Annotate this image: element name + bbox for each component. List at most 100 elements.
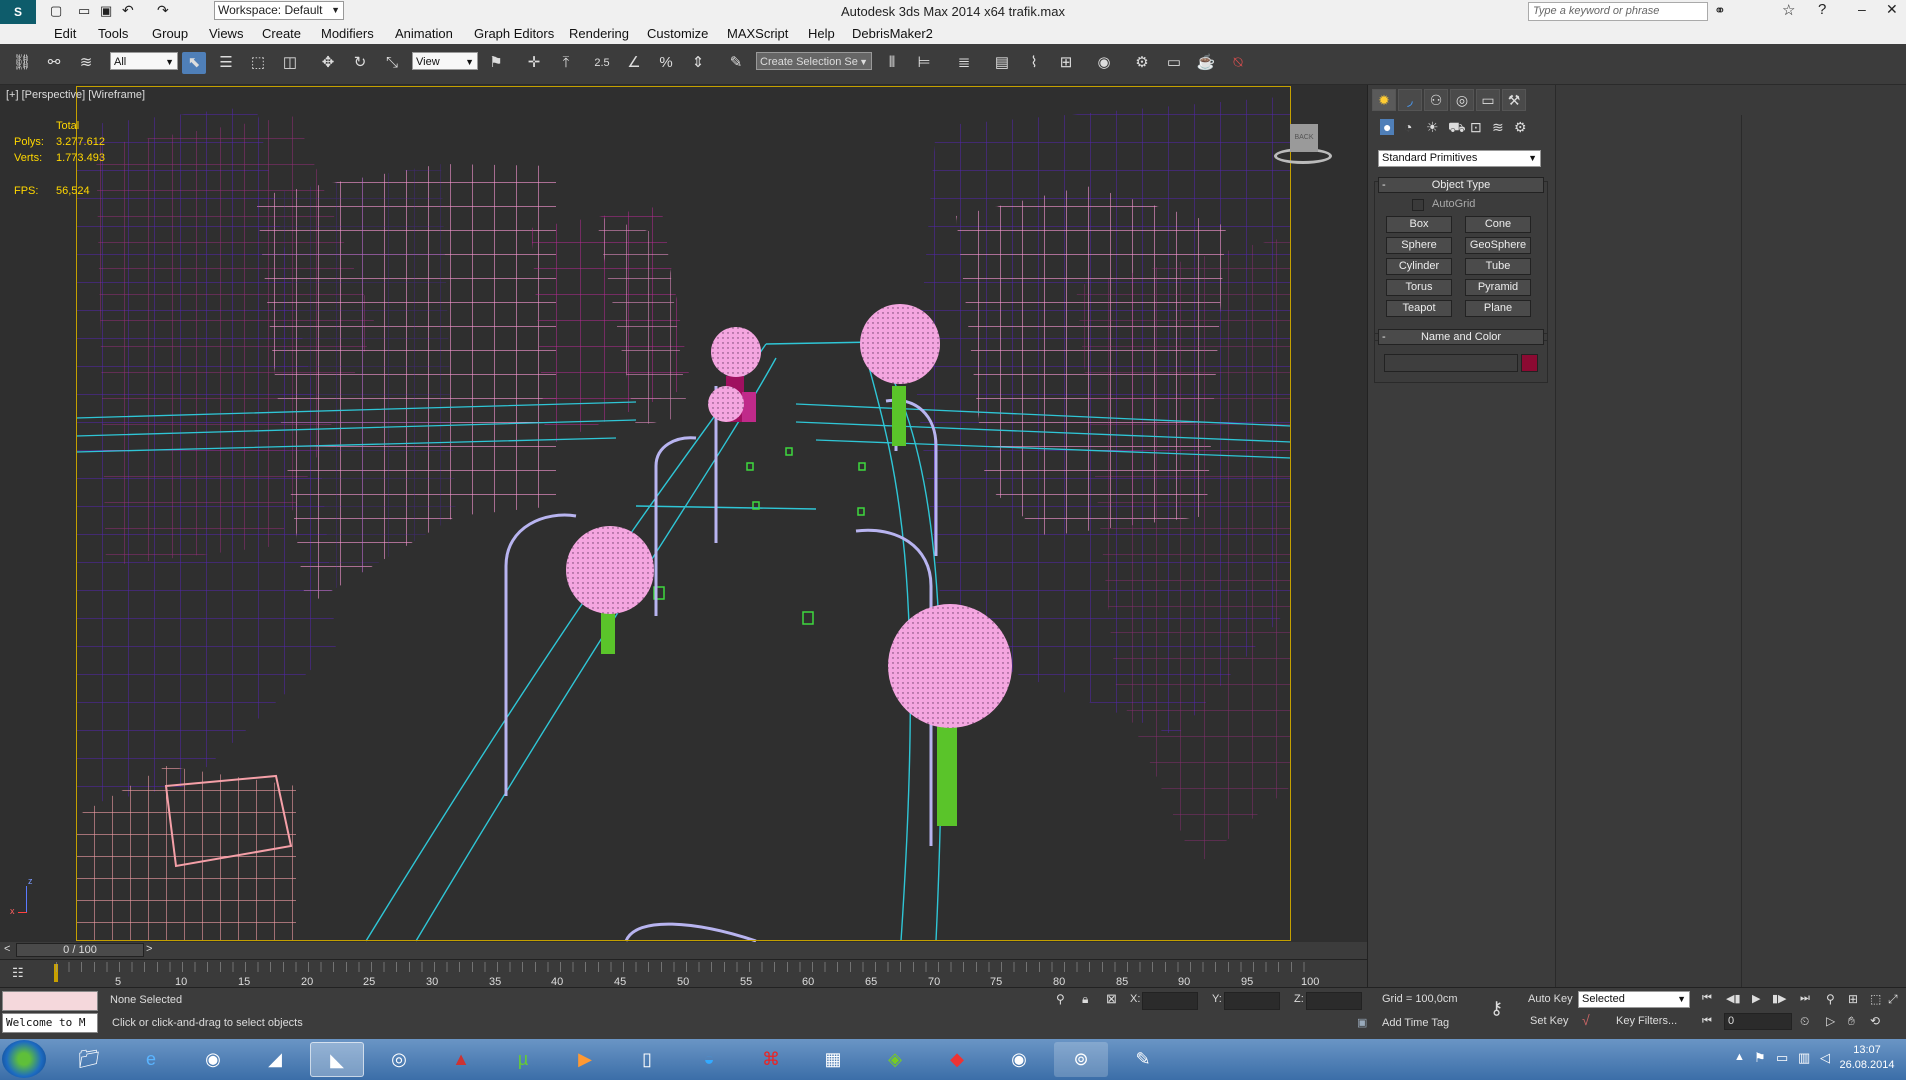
geosphere-button[interactable]: GeoSphere	[1465, 237, 1531, 254]
key-filter-curve-icon[interactable]: √	[1582, 1012, 1590, 1028]
menu-group[interactable]: Group	[152, 26, 188, 41]
star-icon[interactable]: ☆	[1782, 1, 1795, 19]
curve-editor-icon[interactable]: ⌇	[1022, 52, 1046, 74]
start-button[interactable]	[2, 1040, 46, 1078]
scale-icon[interactable]: ⤡	[380, 52, 404, 74]
select-by-name-icon[interactable]: ☰	[214, 52, 238, 74]
maxscript-mini-listener-top[interactable]	[2, 991, 98, 1011]
zoom-extents-icon[interactable]: ⬚	[1870, 992, 1881, 1006]
binoculars-icon[interactable]: ⚭	[1714, 2, 1726, 19]
render-iterative-icon[interactable]: ⍉	[1226, 52, 1250, 74]
play-icon[interactable]: ▶︎	[1752, 992, 1760, 1005]
angle-snap-icon[interactable]: ∠	[622, 52, 646, 74]
previous-frame-icon[interactable]: ◀︎▮	[1726, 992, 1741, 1005]
tube-button[interactable]: Tube	[1465, 258, 1531, 275]
window-crossing-icon[interactable]: ◫	[278, 52, 302, 74]
spinner-snap-icon[interactable]: ⇕	[686, 52, 710, 74]
z-coord-field[interactable]	[1306, 992, 1362, 1010]
select-object-icon[interactable]: ⬉	[182, 52, 206, 74]
object-type-rollout-header[interactable]: - Object Type	[1378, 177, 1544, 193]
media-player-icon[interactable]: ◎	[372, 1042, 426, 1077]
link-icon[interactable]: ⛓	[10, 52, 34, 74]
tray-display-icon[interactable]: ▭	[1776, 1050, 1788, 1066]
rotate-icon[interactable]: ↻	[348, 52, 372, 74]
lights-icon[interactable]: ☀	[1426, 119, 1439, 136]
menu-maxscript[interactable]: MAXScript	[727, 26, 788, 41]
next-frame-icon[interactable]: ▮▶︎	[1772, 992, 1787, 1005]
nvidia-icon[interactable]: ◈	[868, 1042, 922, 1077]
motion-tab-icon[interactable]: ◎	[1450, 89, 1474, 111]
time-slider-thumb[interactable]: 0 / 100	[16, 943, 144, 957]
plane-button[interactable]: Plane	[1465, 300, 1531, 317]
clock[interactable]: 13:07 26.08.2014	[1836, 1043, 1898, 1073]
pyramid-button[interactable]: Pyramid	[1465, 279, 1531, 296]
sketchup-icon[interactable]: ◆	[930, 1042, 984, 1077]
tray-volume-icon[interactable]: ◁	[1820, 1050, 1830, 1066]
chrome-icon[interactable]: ◉	[186, 1042, 240, 1077]
zoom-icon[interactable]: ⚲	[1826, 992, 1835, 1006]
key-mode-toggle-icon[interactable]: ⏮	[1702, 1015, 1712, 1028]
mini-curve-editor-icon[interactable]: ☷	[12, 965, 24, 981]
field-of-view-icon[interactable]: ▷	[1826, 1014, 1835, 1028]
maximize-viewport-icon[interactable]: ⤢	[1888, 992, 1898, 1007]
time-tag-icon[interactable]: ▣	[1357, 1016, 1367, 1029]
box-button[interactable]: Box	[1386, 216, 1452, 233]
app-icon[interactable]: ▲	[434, 1042, 488, 1077]
torus-button[interactable]: Torus	[1386, 279, 1452, 296]
snaps-toggle-icon[interactable]: 2.5	[590, 52, 614, 74]
move-icon[interactable]: ✥	[316, 52, 340, 74]
pdf-reader-icon[interactable]: ⌘	[744, 1042, 798, 1077]
key-mode-dropdown[interactable]: Selected ▼	[1578, 991, 1690, 1008]
viewcube-face[interactable]: BACK	[1290, 124, 1318, 152]
edit-named-selection-icon[interactable]: ✎	[724, 52, 748, 74]
paint-icon[interactable]: ✎	[1116, 1042, 1170, 1077]
time-configuration-icon[interactable]: ⏲	[1800, 1014, 1809, 1029]
rectangular-selection-icon[interactable]: ⬚	[246, 52, 270, 74]
chrome-icon[interactable]: ◉	[992, 1042, 1046, 1077]
pivot-center-icon[interactable]: ⚑	[484, 52, 508, 74]
absolute-mode-icon[interactable]: ⊠	[1106, 991, 1117, 1007]
menu-animation[interactable]: Animation	[395, 26, 453, 41]
app-icon[interactable]: ⊚	[1054, 1042, 1108, 1077]
display-tab-icon[interactable]: ▭	[1476, 89, 1500, 111]
tray-flag-icon[interactable]: ⚑	[1754, 1050, 1766, 1066]
geometry-icon[interactable]: ●	[1380, 119, 1395, 135]
app-icon[interactable]: ◢	[248, 1042, 302, 1077]
utilities-tab-icon[interactable]: ⚒	[1502, 89, 1526, 111]
helpers-icon[interactable]: ⊡	[1470, 119, 1482, 136]
menu-create[interactable]: Create	[262, 26, 301, 41]
app-icon[interactable]: ◒	[682, 1042, 736, 1077]
tray-show-hidden-icon[interactable]: ▲	[1734, 1051, 1745, 1063]
document-icon[interactable]: ▯	[620, 1042, 674, 1077]
primitive-category-dropdown[interactable]: Standard Primitives ▼	[1378, 150, 1541, 167]
y-coord-field[interactable]	[1224, 992, 1280, 1010]
x-coord-field[interactable]	[1142, 992, 1198, 1010]
layer-manager-icon[interactable]: ≣	[952, 52, 976, 74]
menu-tools[interactable]: Tools	[98, 26, 128, 41]
autogrid-checkbox[interactable]	[1412, 199, 1424, 211]
search-input[interactable]: Type a keyword or phrase	[1528, 2, 1708, 21]
3dsmax-icon[interactable]: ◣	[310, 1042, 364, 1077]
align-icon[interactable]: ⊨	[912, 52, 936, 74]
rendered-frame-window-icon[interactable]: ▭	[1162, 52, 1186, 74]
graphite-ribbon-icon[interactable]: ▤	[990, 52, 1014, 74]
file-explorer-icon[interactable]: 📁︎	[62, 1042, 116, 1077]
spacewarps-icon[interactable]: ≋	[1492, 119, 1504, 136]
menu-rendering[interactable]: Rendering	[569, 26, 629, 41]
cone-button[interactable]: Cone	[1465, 216, 1531, 233]
hierarchy-tab-icon[interactable]: ⚇	[1424, 89, 1448, 111]
select-manipulate-icon[interactable]: ✛	[522, 52, 546, 74]
key-filters-button[interactable]: Key Filters...	[1616, 1015, 1677, 1027]
close-icon[interactable]: ✕	[1886, 1, 1898, 18]
set-key-mode-icon[interactable]: ⚷	[1490, 998, 1503, 1019]
bind-spacewarp-icon[interactable]: ≋	[74, 52, 98, 74]
set-key-button[interactable]: Set Key	[1530, 1015, 1569, 1027]
viewport-label-menu[interactable]: [+] [Perspective] [Wireframe]	[6, 89, 145, 101]
track-bar[interactable]: ☷ 5 10 15 20 25 30 35 40 45 50 55 60 65 …	[0, 959, 1367, 988]
calendar-icon[interactable]: ▦	[806, 1042, 860, 1077]
time-slider-prev-icon[interactable]: <	[4, 943, 10, 955]
isolate-selection-icon[interactable]: ⚲	[1056, 992, 1065, 1006]
utorrent-icon[interactable]: µ	[496, 1042, 550, 1077]
menu-debrismaker2[interactable]: DebrisMaker2	[852, 26, 933, 41]
pan-view-icon[interactable]: ✋︎	[1848, 1014, 1855, 1029]
